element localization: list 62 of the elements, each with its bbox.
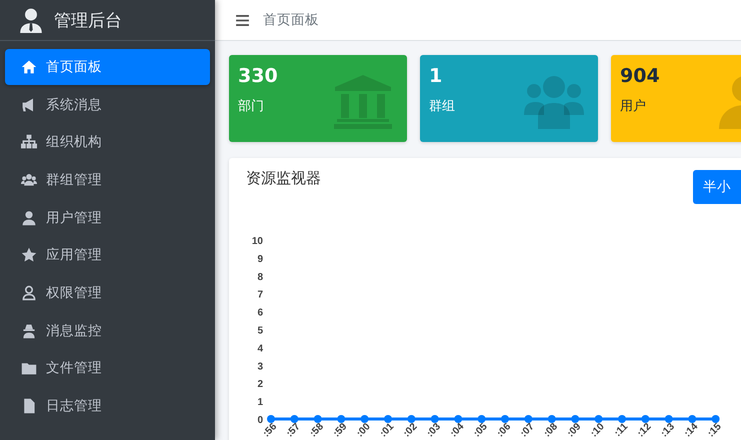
x-axis-label: :04 (448, 421, 466, 440)
stat-value: 330 (238, 65, 279, 87)
users-icon (524, 75, 584, 129)
y-axis-label: 8 (257, 272, 263, 283)
sidebar-item[interactable]: 首页面板 (5, 49, 210, 85)
x-axis-label: :57 (284, 421, 303, 440)
x-axis-label: :14 (682, 421, 700, 440)
sidebar-item[interactable]: 权限管理 (5, 275, 210, 311)
sidebar-item[interactable]: 消息监控 (5, 312, 210, 348)
x-axis-label: :58 (308, 421, 326, 440)
y-axis-label: 2 (257, 379, 263, 390)
menu-icon[interactable] (236, 14, 249, 26)
y-axis-label: 3 (257, 361, 263, 372)
x-axis-label: :11 (612, 421, 630, 439)
sidebar-item[interactable]: 组织机构 (5, 124, 210, 160)
sitemap-icon (20, 134, 38, 150)
sidebar-item[interactable]: 日志管理 (5, 388, 210, 424)
user-icon (20, 210, 38, 226)
users-icon (20, 172, 38, 188)
x-axis-label: :56 (261, 421, 280, 440)
stat-value: 1 (429, 65, 444, 87)
home-icon (20, 58, 38, 75)
y-axis-label: 5 (257, 326, 263, 336)
sidebar-item[interactable]: 用户管理 (5, 200, 210, 236)
brand-title: 管理后台 (54, 10, 122, 32)
y-axis-label: 6 (257, 308, 263, 319)
sidebar-item[interactable]: 应用管理 (5, 237, 210, 274)
x-axis-label: :06 (495, 421, 514, 440)
x-axis-label: :05 (472, 421, 490, 440)
x-axis-label: :59 (331, 421, 350, 440)
panel-title: 资源监视器 (246, 169, 321, 188)
x-axis-label: :15 (706, 421, 724, 440)
bank-icon (333, 75, 393, 129)
y-axis-label: 0 (257, 415, 263, 426)
star-icon (20, 247, 38, 264)
x-axis-label: :07 (518, 421, 537, 440)
x-axis-label: :08 (542, 421, 560, 440)
folder-icon (20, 360, 38, 376)
stat-label: 部门 (238, 98, 265, 115)
x-axis-label: :03 (424, 421, 443, 440)
stat-value: 904 (620, 65, 661, 87)
user-avatar-icon (18, 7, 44, 33)
stat-label: 用户 (620, 98, 647, 115)
y-axis-label: 9 (257, 254, 263, 265)
sidebar-item[interactable]: 群组管理 (5, 162, 210, 198)
user-outline-icon (20, 284, 38, 301)
x-axis-label: :01 (378, 421, 396, 440)
y-axis-label: 1 (257, 397, 263, 408)
y-axis-label: 7 (257, 290, 263, 301)
x-axis-label: :00 (354, 421, 373, 440)
x-axis-label: :09 (565, 421, 584, 440)
sidebar-item[interactable]: 系统消息 (5, 86, 210, 122)
stat-label: 群组 (429, 98, 456, 115)
x-axis-label: :10 (588, 421, 607, 440)
breadcrumb: 首页面板 (263, 11, 319, 29)
sidebar-item[interactable]: 文件管理 (5, 350, 210, 386)
y-axis-label: 4 (257, 343, 263, 354)
time-range-button[interactable]: 半小 (693, 170, 741, 204)
x-axis-label: :12 (636, 421, 654, 440)
y-axis-label: 10 (252, 236, 263, 247)
x-axis-label: :13 (658, 421, 677, 440)
x-axis-label: :02 (402, 421, 420, 440)
